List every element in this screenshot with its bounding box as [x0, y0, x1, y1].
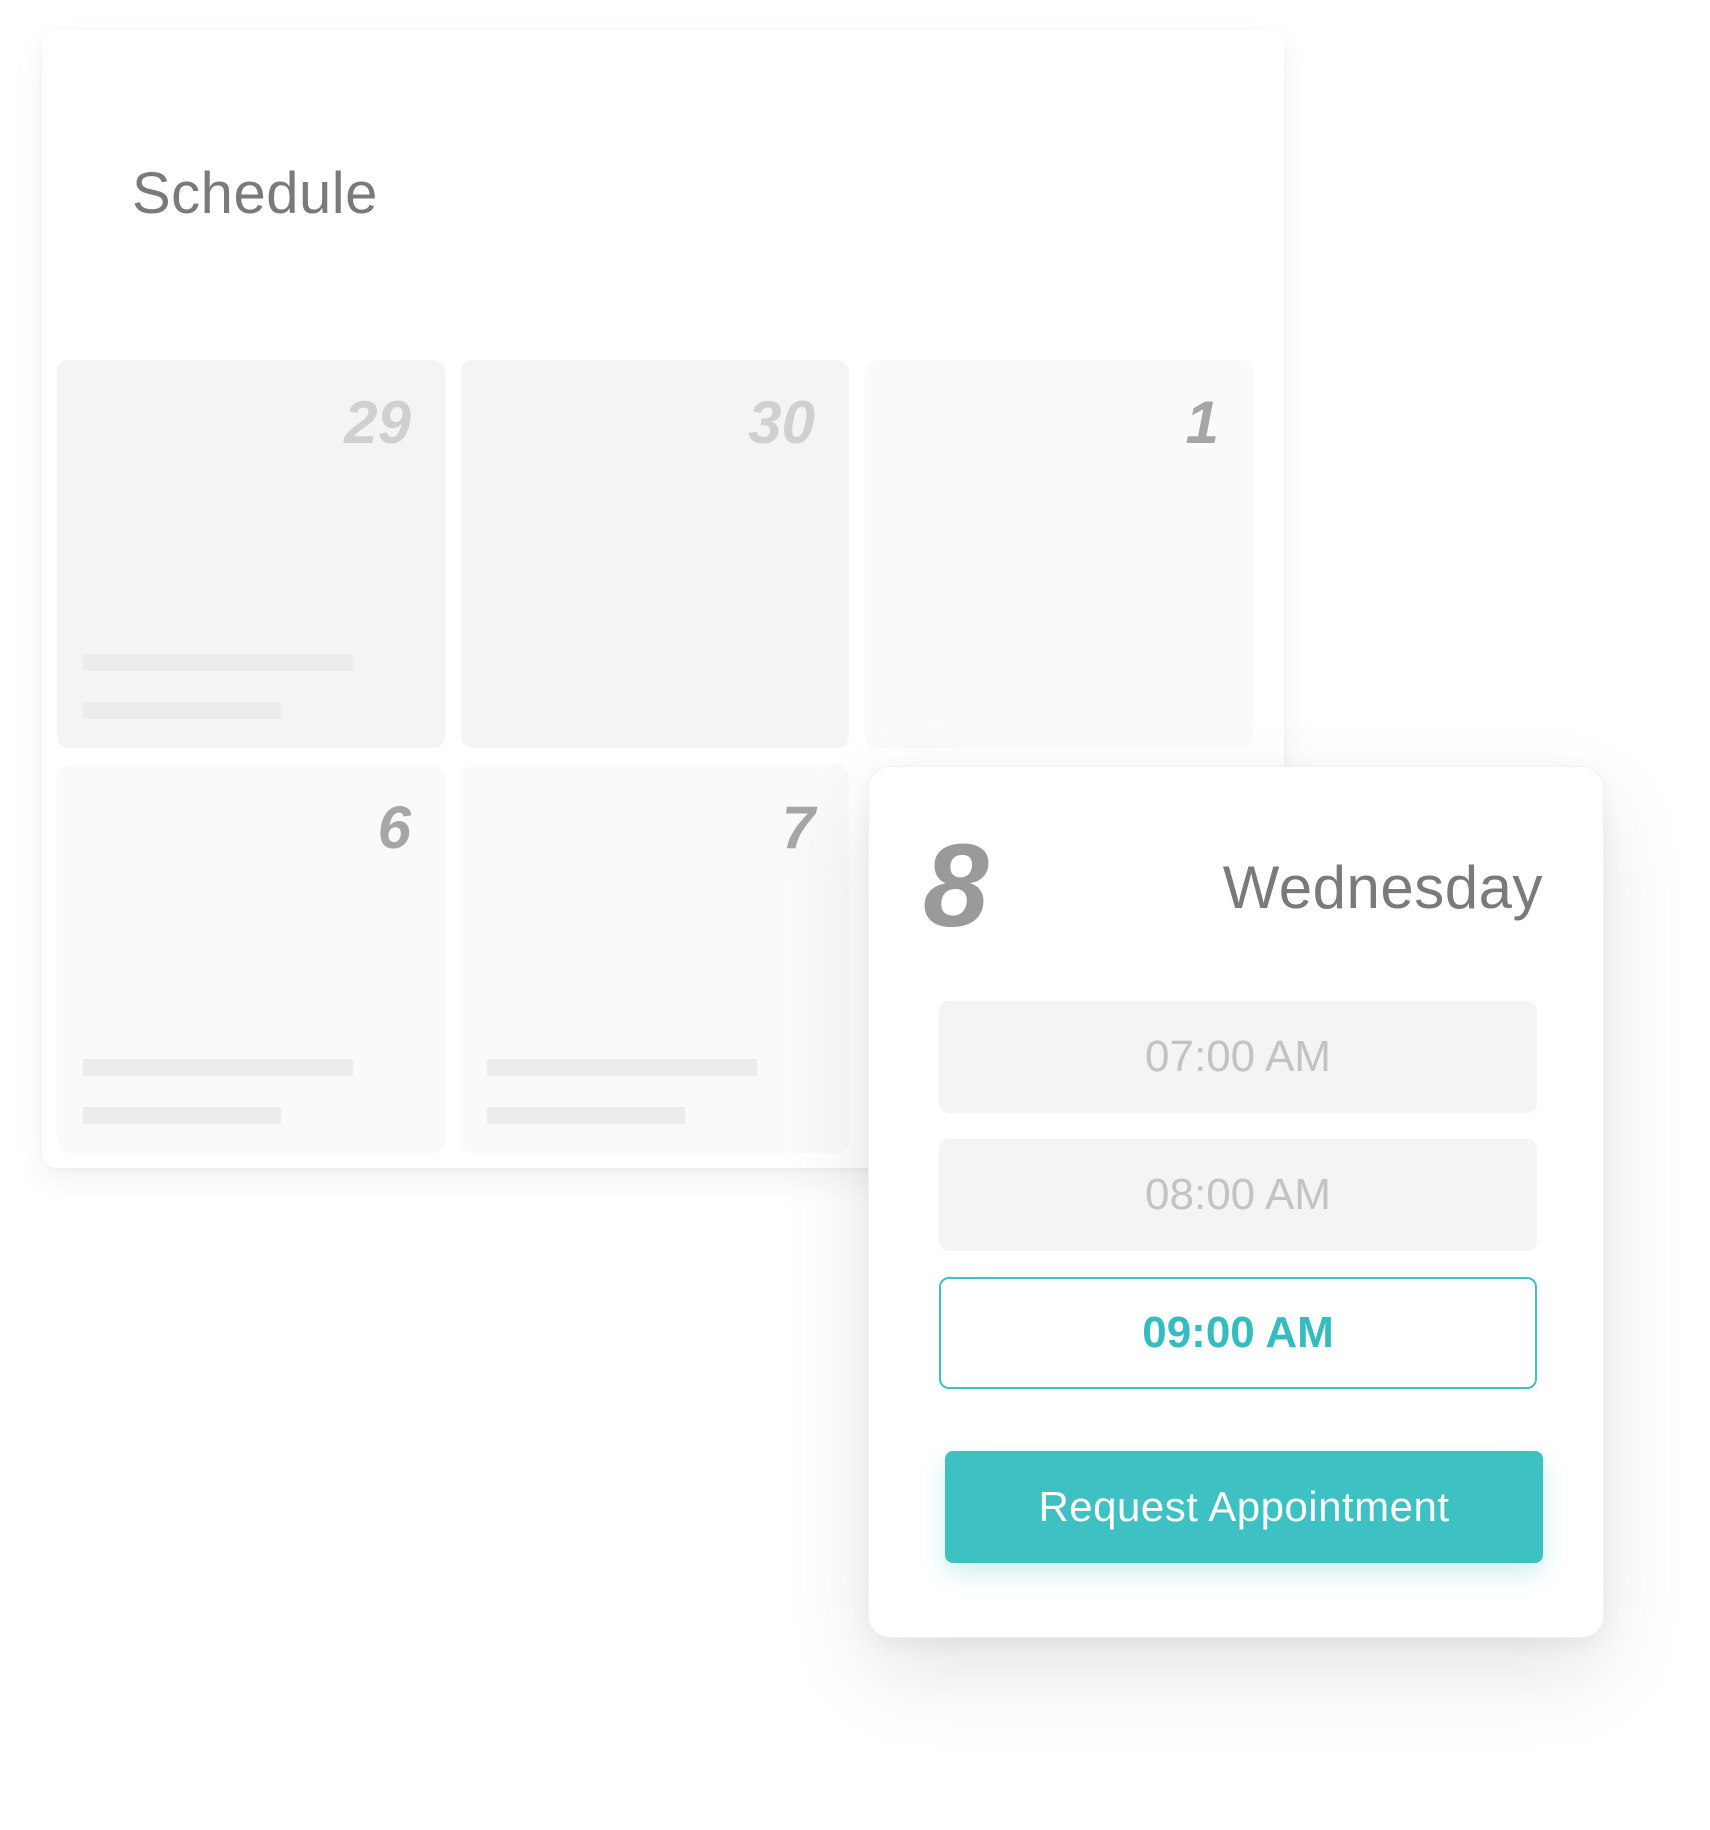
day-cell[interactable]: 1 — [865, 360, 1253, 748]
event-placeholder-bar — [83, 1107, 281, 1124]
day-cell[interactable]: 30 — [461, 360, 849, 748]
event-placeholder-bar — [83, 702, 281, 719]
day-cell[interactable]: 6 — [57, 765, 445, 1153]
day-number: 6 — [377, 794, 411, 861]
selected-day-number: 8 — [923, 820, 989, 952]
time-slot-0900[interactable]: 09:00 AM — [939, 1277, 1537, 1389]
day-cell[interactable]: 29 — [57, 360, 445, 748]
day-number: 1 — [1185, 389, 1219, 456]
selected-weekday: Wednesday — [1222, 854, 1543, 921]
time-slot-0700[interactable]: 07:00 AM — [939, 1001, 1537, 1113]
time-slot-0800[interactable]: 08:00 AM — [939, 1139, 1537, 1251]
event-placeholder-bar — [83, 1059, 353, 1076]
event-placeholder-bar — [83, 654, 353, 671]
event-placeholder-bar — [487, 1107, 685, 1124]
day-cell[interactable]: 7 — [461, 765, 849, 1153]
event-placeholder-bar — [487, 1059, 757, 1076]
day-number: 29 — [344, 389, 411, 456]
day-number: 30 — [748, 389, 815, 456]
request-appointment-button[interactable]: Request Appointment — [945, 1451, 1543, 1563]
day-number: 7 — [781, 794, 815, 861]
day-detail-popup: 8 Wednesday 07:00 AM 08:00 AM 09:00 AM R… — [868, 766, 1604, 1638]
schedule-title: Schedule — [132, 161, 378, 226]
